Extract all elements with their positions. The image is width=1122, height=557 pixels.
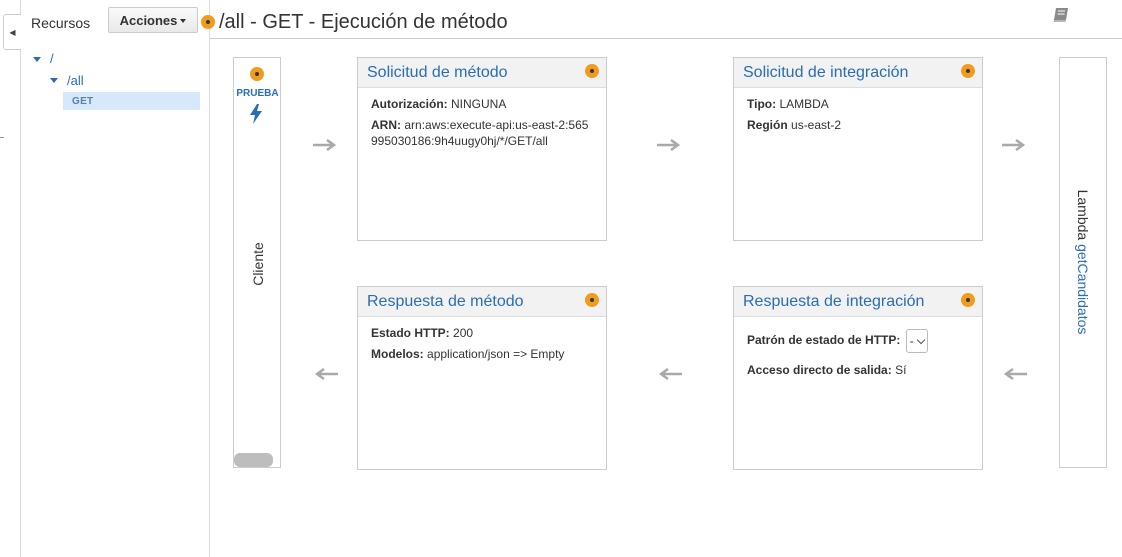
status-pattern-value: - <box>909 334 914 348</box>
passthrough-value: Sí <box>895 363 907 377</box>
type-label: Tipo: <box>747 97 777 111</box>
integration-response-header[interactable]: Respuesta de integración <box>734 287 982 317</box>
auth-row: Autorización: NINGUNA <box>371 96 593 112</box>
models-value: application/json => Empty <box>427 347 565 361</box>
method-response-title[interactable]: Respuesta de método <box>367 293 524 310</box>
type-row: Tipo: LAMBDA <box>747 96 969 112</box>
integration-request-card: Solicitud de integración Tipo: LAMBDA Re… <box>733 57 983 241</box>
chevron-down-icon <box>916 335 925 344</box>
status-value: 200 <box>453 326 474 340</box>
header-divider <box>210 38 1122 39</box>
integration-request-title[interactable]: Solicitud de integración <box>743 64 908 81</box>
lambda-prefix: Lambda <box>1075 189 1091 241</box>
tree-expand-icon[interactable] <box>33 57 41 62</box>
scrollbar-thumb[interactable] <box>234 453 273 467</box>
arrow-left-icon <box>658 367 682 381</box>
strip-mark <box>0 137 4 138</box>
actions-label: Acciones <box>119 12 178 28</box>
resources-title: Recursos <box>31 15 91 31</box>
integration-response-card: Respuesta de integración Patrón de estad… <box>733 286 983 470</box>
tree-item-get-label: GET <box>72 96 94 107</box>
region-label: Región <box>747 118 788 132</box>
arrow-left-icon <box>1003 367 1027 381</box>
actions-dropdown-button[interactable]: Acciones <box>108 7 198 33</box>
integration-request-header[interactable]: Solicitud de integración <box>734 58 982 88</box>
status-row: Estado HTTP: 200 <box>371 325 593 341</box>
method-marker-icon <box>201 15 215 29</box>
pattern-row: Patrón de estado de HTTP: - <box>747 329 969 353</box>
page-title: /all - GET - Ejecución de método <box>219 11 508 33</box>
passthrough-row: Acceso directo de salida: Sí <box>747 362 969 378</box>
collapse-left-icon: ◀ <box>9 27 16 37</box>
caret-down-icon <box>180 19 187 23</box>
models-row: Modelos: application/json => Empty <box>371 346 593 362</box>
marker-icon <box>585 293 599 307</box>
method-response-card: Respuesta de método Estado HTTP: 200 Mod… <box>357 286 607 470</box>
pattern-label: Patrón de estado de HTTP: <box>747 333 901 348</box>
tree-expand-icon[interactable] <box>50 78 58 83</box>
method-response-header[interactable]: Respuesta de método <box>358 287 606 317</box>
arrow-right-icon <box>313 138 337 152</box>
tree-item-all[interactable]: /all <box>67 73 84 88</box>
method-request-title[interactable]: Solicitud de método <box>367 64 508 81</box>
arrow-left-icon <box>314 367 338 381</box>
arn-row: ARN: arn:aws:execute-api:us-east-2:56599… <box>371 117 593 149</box>
tree-item-root[interactable]: / <box>50 51 54 66</box>
passthrough-label: Acceso directo de salida: <box>747 363 892 377</box>
book-icon[interactable] <box>1051 6 1071 29</box>
method-request-card: Solicitud de método Autorización: NINGUN… <box>357 57 607 241</box>
collapse-strip <box>0 0 21 557</box>
bolt-icon[interactable] <box>249 104 263 129</box>
auth-label: Autorización: <box>371 97 448 111</box>
type-value: LAMBDA <box>779 97 829 111</box>
lambda-label: Lambda getCandidatos <box>1075 190 1091 335</box>
marker-icon <box>585 64 599 78</box>
status-pattern-select[interactable]: - <box>905 329 928 353</box>
resources-panel <box>21 0 210 557</box>
region-row: Región us-east-2 <box>747 117 969 133</box>
arrow-right-icon <box>657 138 681 152</box>
collapse-panel-button[interactable]: ◀ <box>3 14 21 50</box>
region-value: us-east-2 <box>791 118 842 132</box>
arn-value: arn:aws:execute-api:us-east-2:5659950301… <box>371 118 589 148</box>
test-link[interactable]: PRUEBA <box>234 88 281 99</box>
marker-icon <box>961 64 975 78</box>
method-request-header[interactable]: Solicitud de método <box>358 58 606 88</box>
models-label: Modelos: <box>371 347 424 361</box>
client-marker-icon <box>250 67 264 81</box>
arn-label: ARN: <box>371 118 401 132</box>
marker-icon <box>961 293 975 307</box>
client-label: Cliente <box>250 242 266 286</box>
lambda-function-link[interactable]: getCandidatos <box>1075 244 1091 334</box>
arrow-right-icon <box>1002 138 1026 152</box>
integration-response-title[interactable]: Respuesta de integración <box>743 293 924 310</box>
auth-value: NINGUNA <box>451 97 507 111</box>
status-label: Estado HTTP: <box>371 326 450 340</box>
